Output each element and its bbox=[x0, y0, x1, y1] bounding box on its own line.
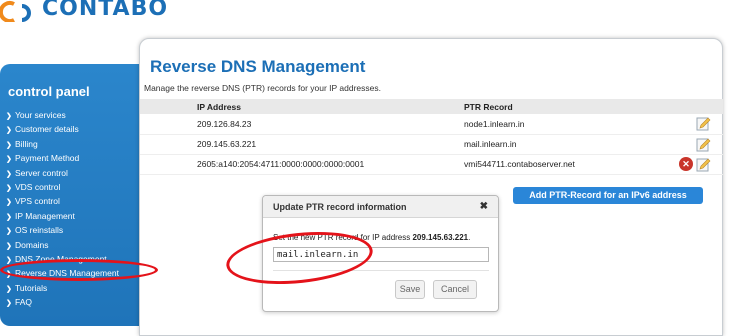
chevron-right-icon: ❯ bbox=[6, 156, 12, 164]
dialog-prompt: Set the new PTR record for IP address 20… bbox=[273, 233, 470, 242]
sidebar-item-your-services[interactable]: ❯ Your services bbox=[6, 109, 119, 123]
chevron-right-icon: ❯ bbox=[6, 242, 12, 250]
sidebar-item-label: Server control bbox=[15, 167, 68, 178]
sidebar-item-payment-method[interactable]: ❯ Payment Method bbox=[6, 152, 119, 166]
cancel-button[interactable]: Cancel bbox=[433, 280, 477, 299]
sidebar-item-customer-details[interactable]: ❯ Customer details bbox=[6, 123, 119, 137]
chevron-right-icon: ❯ bbox=[6, 141, 12, 149]
edit-icon[interactable] bbox=[696, 116, 711, 131]
save-button[interactable]: Save bbox=[395, 280, 425, 299]
close-icon[interactable]: ✖ bbox=[480, 201, 488, 212]
dialog-header: Update PTR record information ✖ bbox=[263, 196, 498, 218]
column-header-ptr: PTR Record bbox=[464, 99, 659, 114]
update-ptr-dialog: Update PTR record information ✖ Set the … bbox=[262, 195, 499, 312]
dialog-prompt-text: Set the new PTR record for IP address bbox=[273, 233, 413, 242]
delete-icon[interactable]: ✕ bbox=[679, 157, 693, 171]
sidebar-item-label: Tutorials bbox=[15, 282, 48, 293]
sidebar: control panel ❯ Your services ❯ Customer d… bbox=[0, 64, 140, 326]
dialog-title: Update PTR record information bbox=[273, 202, 407, 212]
chevron-right-icon: ❯ bbox=[6, 113, 12, 120]
sidebar-item-label: IP Management bbox=[15, 210, 75, 221]
column-header-ip: IP Address bbox=[140, 99, 464, 114]
contabo-logo[interactable]: CONTABO bbox=[0, 0, 168, 22]
actions-cell bbox=[659, 114, 723, 135]
page-subtitle: Manage the reverse DNS (PTR) records for… bbox=[144, 83, 381, 93]
sidebar-item-vds-control[interactable]: ❯ VDS control bbox=[6, 181, 119, 195]
sidebar-item-tutorials[interactable]: ❯ Tutorials bbox=[6, 282, 119, 296]
table-row: 2605:a140:2054:4711:0000:0000:0000:0001 … bbox=[140, 154, 723, 175]
edit-icon[interactable] bbox=[696, 157, 711, 172]
sidebar-item-server-control[interactable]: ❯ Server control bbox=[6, 167, 119, 181]
sidebar-item-os-reinstalls[interactable]: ❯ OS reinstalls bbox=[6, 224, 119, 238]
table-header-row: IP Address PTR Record bbox=[140, 99, 723, 114]
sidebar-item-label: FAQ bbox=[15, 297, 33, 308]
ptr-cell: vmi544711.contaboserver.net bbox=[464, 154, 659, 175]
sidebar-item-label: VPS control bbox=[15, 196, 60, 207]
ptr-record-input[interactable] bbox=[273, 247, 489, 262]
sidebar-item-label: OS reinstalls bbox=[15, 225, 64, 236]
sidebar-item-label: VDS control bbox=[15, 182, 61, 193]
chevron-right-icon: ❯ bbox=[6, 170, 12, 178]
edit-icon[interactable] bbox=[696, 137, 711, 152]
sidebar-item-label: Payment Method bbox=[15, 153, 80, 164]
dialog-prompt-end: . bbox=[468, 233, 471, 242]
sidebar-item-dns-zone-management[interactable]: ❯ DNS Zone Management bbox=[6, 253, 119, 267]
actions-cell: ✕ bbox=[659, 154, 723, 175]
contabo-logo-icon bbox=[0, 1, 31, 22]
ptr-cell: node1.inlearn.in bbox=[464, 114, 659, 135]
sidebar-item-ip-management[interactable]: ❯ IP Management bbox=[6, 210, 119, 224]
ip-cell: 209.126.84.23 bbox=[140, 114, 464, 135]
column-header-actions bbox=[659, 99, 723, 114]
sidebar-item-label: Customer details bbox=[15, 124, 79, 135]
chevron-right-icon: ❯ bbox=[6, 127, 12, 135]
brand-name: CONTABO bbox=[42, 0, 169, 21]
sidebar-item-label: Domains bbox=[15, 239, 49, 250]
ptr-table: IP Address PTR Record 209.126.84.23 node… bbox=[140, 99, 723, 175]
chevron-right-icon: ❯ bbox=[6, 213, 12, 221]
table-row: 209.126.84.23 node1.inlearn.in bbox=[140, 114, 723, 135]
chevron-right-icon: ❯ bbox=[6, 271, 12, 279]
sidebar-item-domains[interactable]: ❯ Domains bbox=[6, 239, 119, 253]
sidebar-item-label: Billing bbox=[15, 138, 38, 149]
dialog-divider bbox=[273, 270, 489, 271]
add-ipv6-ptr-button[interactable]: Add PTR-Record for an IPv6 address bbox=[513, 187, 703, 204]
table-row: 209.145.63.221 mail.inlearn.in bbox=[140, 134, 723, 155]
sidebar-menu: ❯ Your services ❯ Customer details ❯ Billin… bbox=[6, 109, 119, 311]
chevron-right-icon: ❯ bbox=[6, 285, 12, 293]
chevron-right-icon: ❯ bbox=[6, 257, 12, 265]
ip-cell: 209.145.63.221 bbox=[140, 134, 464, 155]
sidebar-item-label: DNS Zone Management bbox=[15, 254, 107, 265]
sidebar-title: control panel bbox=[8, 84, 90, 99]
sidebar-item-faq[interactable]: ❯ FAQ bbox=[6, 296, 119, 310]
sidebar-item-label: Reverse DNS Management bbox=[15, 268, 119, 279]
chevron-right-icon: ❯ bbox=[6, 185, 12, 193]
actions-cell bbox=[659, 134, 723, 155]
page-title: Reverse DNS Management bbox=[150, 57, 366, 76]
dialog-ip: 209.145.63.221 bbox=[412, 233, 469, 242]
ip-cell: 2605:a140:2054:4711:0000:0000:0000:0001 bbox=[140, 154, 464, 175]
sidebar-item-reverse-dns-management[interactable]: ❯ Reverse DNS Management bbox=[6, 267, 119, 281]
chevron-right-icon: ❯ bbox=[6, 300, 12, 308]
ptr-cell: mail.inlearn.in bbox=[464, 134, 659, 155]
chevron-right-icon: ❯ bbox=[6, 228, 12, 236]
sidebar-item-billing[interactable]: ❯ Billing bbox=[6, 138, 119, 152]
sidebar-item-vps-control[interactable]: ❯ VPS control bbox=[6, 195, 119, 209]
chevron-right-icon: ❯ bbox=[6, 199, 12, 207]
sidebar-item-label: Your services bbox=[15, 110, 66, 120]
